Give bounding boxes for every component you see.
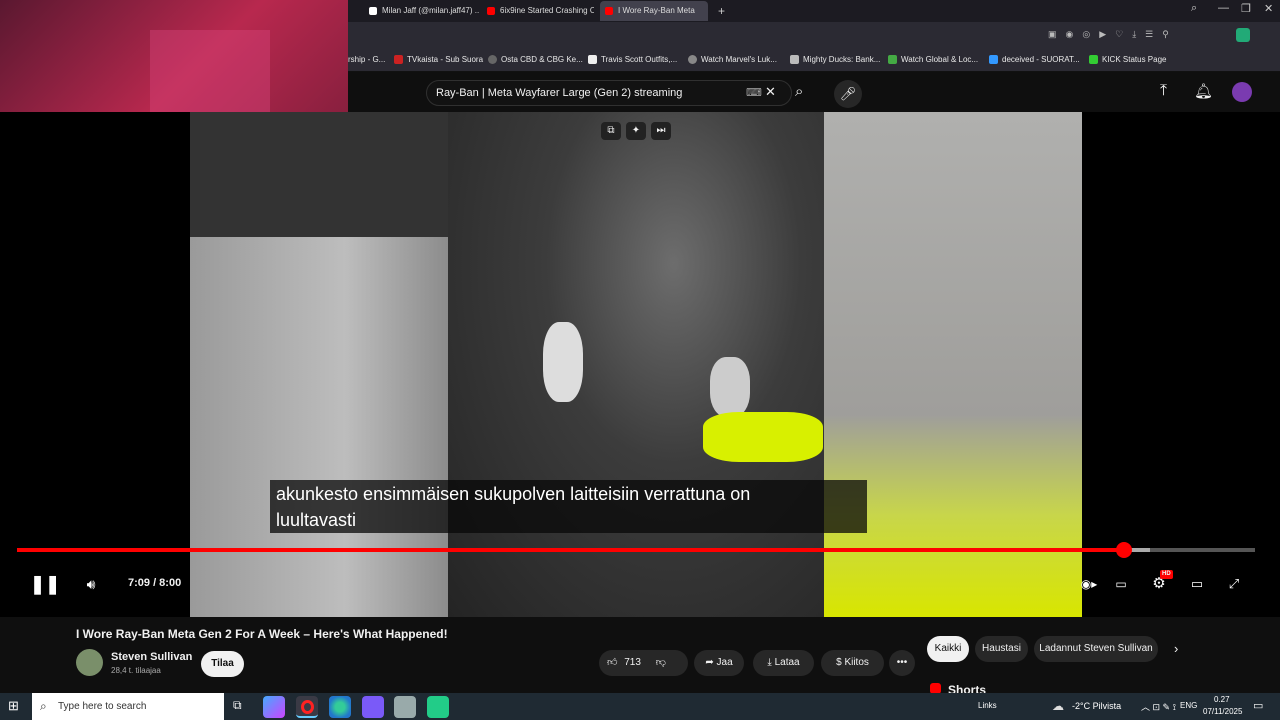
links-label[interactable]: Links (978, 701, 997, 710)
search-icon[interactable]: ⌕ (1191, 2, 1197, 15)
language-indicator[interactable]: ENG (1180, 701, 1197, 710)
toolbar-icons[interactable]: ▣◉◎▶♡⤓☰⚲ (1048, 29, 1268, 41)
shoe-right (710, 357, 750, 417)
cloud-icon: ☁ (1052, 699, 1064, 713)
notifications-icon[interactable]: 🔔︎ (1194, 82, 1213, 100)
skip-icon[interactable]: ⏭ (651, 122, 671, 140)
shoe-left (543, 322, 583, 402)
thanks-button[interactable]: $ Kiitos (821, 650, 884, 676)
tab-label: Milan Jaff (@milan.jaff47) ... (382, 6, 479, 15)
volume-icon[interactable]: 🔊︎ (80, 574, 102, 594)
dislike-icon[interactable]: 👎︎ (656, 657, 666, 668)
clock-date[interactable]: 07/11/2025 (1203, 707, 1242, 716)
browser-toolbar: ▣◉◎▶♡⤓☰⚲ (348, 22, 1280, 48)
time-display: 7:09 / 8:00 (128, 577, 182, 589)
tab-active-video[interactable]: I Wore Ray-Ban Meta (600, 1, 708, 21)
yellow-object (703, 412, 823, 462)
chip-all[interactable]: Kaikki (927, 636, 969, 662)
more-actions-icon[interactable]: ••• (889, 650, 915, 676)
channel-name[interactable]: Steven Sullivan (111, 651, 192, 663)
bookmark-item[interactable]: deceived - SUORAT... (989, 53, 1080, 67)
bookmark-item[interactable]: rship - G... (348, 53, 385, 67)
search-input[interactable]: Ray-Ban | Meta Wayfarer Large (Gen 2) st… (426, 80, 792, 106)
bookmark-item[interactable]: Mighty Ducks: Bank... (790, 53, 880, 67)
upload-icon[interactable]: ⤒ (1160, 82, 1167, 100)
avatar[interactable] (1232, 82, 1252, 102)
opera-icon[interactable] (296, 696, 318, 718)
bookmark-item[interactable]: TVkaista - Sub Suora (394, 53, 483, 67)
tab-6ix9ine[interactable]: 6ix9ine Started Crashing O... (482, 1, 594, 21)
chevron-right-icon[interactable]: › (1174, 641, 1178, 656)
bookmark-item[interactable]: Watch Global & Loc... (888, 53, 978, 67)
discord-icon[interactable] (362, 696, 384, 718)
voice-search-icon[interactable]: 🎤︎ (834, 80, 862, 108)
tab-label: 6ix9ine Started Crashing O... (500, 6, 594, 15)
chip-uploaded-by[interactable]: Ladannut Steven Sullivan (1034, 636, 1158, 662)
video-blur-left (190, 237, 448, 617)
chip-for-you[interactable]: Haustasi (975, 636, 1028, 662)
subscriber-count: 28,4 t. tilaajaa (111, 666, 161, 675)
channel-avatar[interactable] (76, 649, 103, 676)
video-info-section: I Wore Ray-Ban Meta Gen 2 For A Week – H… (0, 617, 1280, 697)
weather-text[interactable]: -2°C Pilvista (1072, 701, 1121, 711)
browser-tab-bar: Milan Jaff (@milan.jaff47) ... 6ix9ine S… (348, 0, 1280, 22)
tab-label: I Wore Ray-Ban Meta (618, 6, 695, 15)
scrubber-handle[interactable] (1116, 542, 1132, 558)
copilot-icon[interactable] (263, 696, 285, 718)
bookmark-item[interactable]: Osta CBD & CBG Ke... (488, 53, 583, 67)
minimize-icon[interactable]: — (1218, 2, 1229, 14)
edge-icon[interactable] (329, 696, 351, 718)
terminal-icon[interactable] (427, 696, 449, 718)
bookmarks-bar: rship - G... TVkaista - Sub Suora Osta C… (348, 48, 1280, 72)
subtitles-icon[interactable]: ▭ (1110, 574, 1132, 594)
video-floor (448, 112, 824, 617)
bookmark-item[interactable]: KICK Status Page (1089, 53, 1166, 67)
download-icon: ⤓ (767, 657, 775, 668)
magic-icon[interactable]: ✦ (626, 122, 646, 140)
fullscreen-icon[interactable]: ⤢ (1223, 574, 1245, 594)
caption-line: akunkesto ensimmäisen sukupolven laittei… (276, 484, 751, 504)
search-icon[interactable]: ⌕ (795, 83, 803, 100)
bookmark-item[interactable]: Travis Scott Outfits,... (588, 53, 677, 67)
like-icon[interactable]: 👍︎ (607, 657, 617, 668)
subtitle-caption: akunkesto ensimmäisen sukupolven laittei… (270, 480, 867, 533)
pause-icon[interactable]: ❚❚ (30, 574, 60, 594)
clear-search-icon[interactable]: ✕ (765, 84, 776, 100)
clock-time[interactable]: 0.27 (1214, 695, 1230, 704)
app-icon[interactable] (394, 696, 416, 718)
keyboard-icon[interactable]: ⌨ (746, 86, 762, 99)
notification-center-icon[interactable]: ▭ (1253, 699, 1263, 712)
share-button[interactable]: ➦ Jaa (694, 650, 744, 676)
caption-line: luultavasti (276, 510, 357, 530)
progress-played (17, 548, 1124, 552)
autoplay-toggle[interactable]: ◉▸ (1078, 574, 1100, 594)
video-blur-right (824, 112, 1082, 617)
extension-icon[interactable] (1236, 28, 1250, 42)
windows-taskbar: ⊞ ⌕ Type here to search ⧉ Links ☁ -2°C P… (0, 693, 1280, 720)
download-button[interactable]: ⤓ Lataa (753, 650, 814, 676)
video-title: I Wore Ray-Ban Meta Gen 2 For A Week – H… (76, 627, 448, 641)
like-dislike-group: 👍︎ 713 👎︎ (599, 650, 688, 676)
search-icon: ⌕ (40, 699, 47, 713)
subscribe-button[interactable]: Tilaa (201, 651, 244, 677)
like-count[interactable]: 713 (624, 657, 641, 668)
close-window-icon[interactable]: ✕ (1264, 2, 1273, 15)
bookmark-item[interactable]: Watch Marvel's Luk... (688, 53, 777, 67)
miniplayer-icon[interactable]: ⧉ (601, 122, 621, 140)
tab-milan[interactable]: Milan Jaff (@milan.jaff47) ... (364, 1, 479, 21)
new-tab-icon[interactable]: + (718, 4, 725, 18)
share-icon: ➦ (705, 657, 717, 668)
hd-badge: HD (1160, 570, 1173, 579)
theater-icon[interactable]: ▭ (1186, 574, 1208, 594)
maximize-icon[interactable]: ❐ (1241, 2, 1251, 15)
taskbar-search[interactable]: ⌕ Type here to search (32, 693, 224, 720)
windows-start-icon[interactable]: ⊞ (8, 699, 22, 713)
tray-icons[interactable]: ︿ ⊡ ✎ ⟟ (1141, 700, 1176, 713)
task-view-icon[interactable]: ⧉ (233, 698, 242, 713)
